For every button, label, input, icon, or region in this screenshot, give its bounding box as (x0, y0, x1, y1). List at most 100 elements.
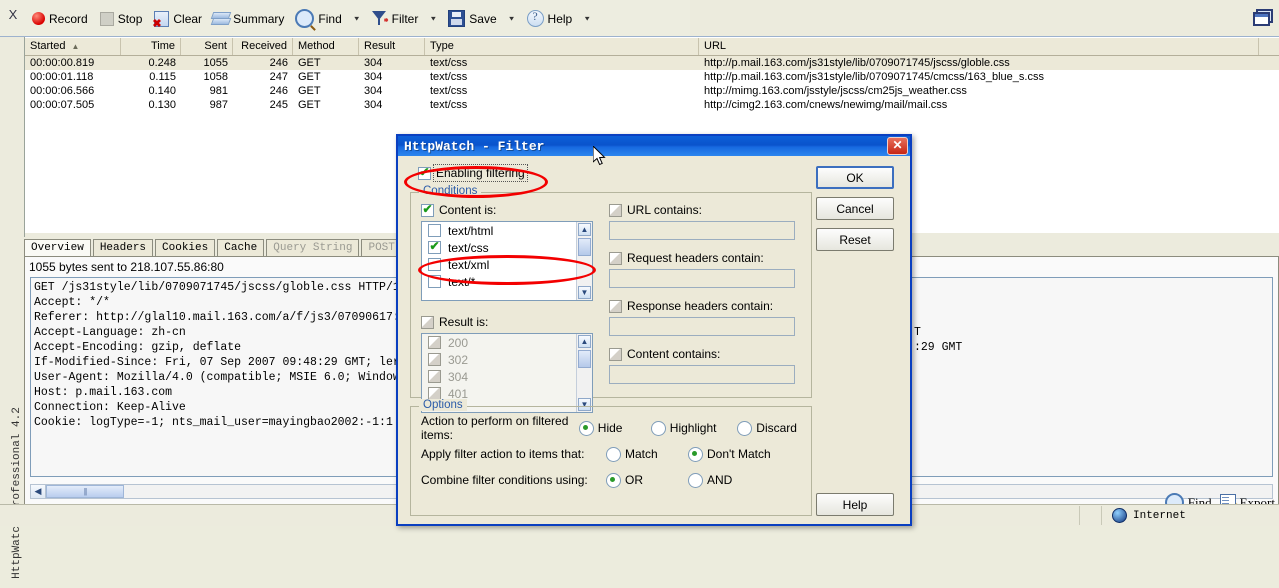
content-list-scroll-thumb[interactable] (578, 238, 591, 256)
radio-option[interactable]: Highlight (651, 421, 724, 436)
list-item-checkbox[interactable] (428, 275, 441, 288)
chevron-down-icon[interactable]: ▼ (508, 15, 516, 22)
cancel-button[interactable]: Cancel (816, 197, 894, 220)
grid-column-header-started[interactable]: Started▲ (25, 38, 121, 55)
scroll-left-icon[interactable]: ◀ (31, 485, 46, 498)
toolbar-button-clear[interactable]: Clear (148, 7, 206, 31)
security-zone: Internet (1102, 506, 1279, 525)
grid-column-header-method[interactable]: Method (293, 38, 359, 55)
scroll-up-icon[interactable]: ▲ (578, 223, 591, 236)
chevron-down-icon[interactable]: ▼ (583, 15, 591, 22)
scroll-down-icon[interactable]: ▼ (578, 286, 591, 299)
list-item[interactable]: text/xml (422, 256, 592, 273)
radio-button[interactable] (688, 473, 703, 488)
condition-row[interactable]: URL contains: (609, 203, 804, 217)
radio-option[interactable]: Match (606, 447, 674, 462)
grid-column-header-url[interactable]: URL (699, 38, 1259, 55)
toolbar-button-find[interactable]: Find (290, 7, 345, 31)
condition-checkbox[interactable] (609, 252, 622, 265)
grid-column-header-result[interactable]: Result (359, 38, 425, 55)
dialog-title-bar[interactable]: HttpWatch - Filter ✕ (398, 136, 910, 156)
grid-cell: 304 (359, 98, 425, 112)
grid-column-header-sent[interactable]: Sent (181, 38, 233, 55)
radio-option[interactable]: OR (606, 473, 674, 488)
condition-row[interactable]: Request headers contain: (609, 251, 804, 265)
close-icon[interactable]: ✕ (887, 137, 908, 155)
restore-window-icon[interactable] (1253, 9, 1271, 24)
content-is-row[interactable]: Content is: (421, 203, 601, 217)
condition-checkbox[interactable] (609, 348, 622, 361)
list-item-checkbox[interactable] (428, 370, 441, 383)
scroll-thumb[interactable] (46, 485, 124, 498)
help-button[interactable]: Help (816, 493, 894, 516)
list-item[interactable]: text/* (422, 273, 592, 290)
condition-row[interactable]: Content contains: (609, 347, 804, 361)
grid-column-header-type[interactable]: Type (425, 38, 699, 55)
toolbar-button-help[interactable]: Help (522, 7, 577, 31)
grid-body[interactable]: 00:00:00.8190.2481055246GET304text/cssht… (25, 56, 1279, 112)
grid-header-row[interactable]: Started▲TimeSentReceivedMethodResultType… (25, 37, 1279, 56)
tab-cookies[interactable]: Cookies (155, 239, 215, 256)
list-item-checkbox[interactable] (428, 224, 441, 237)
grid-column-header-time[interactable]: Time (121, 38, 181, 55)
condition-checkbox[interactable] (609, 300, 622, 313)
condition-input[interactable] (609, 365, 795, 384)
content-is-checkbox[interactable] (421, 204, 434, 217)
radio-button[interactable] (651, 421, 666, 436)
list-item[interactable]: 200 (422, 334, 592, 351)
dialog-body: Enabling filtering Conditions Content is… (398, 156, 910, 526)
content-type-listbox[interactable]: ▲ ▼ text/htmltext/csstext/xmltext/* (421, 221, 593, 301)
radio-option[interactable]: Hide (579, 421, 637, 436)
toolbar-button-summary[interactable]: Summary (208, 7, 288, 31)
radio-button[interactable] (737, 421, 752, 436)
table-row[interactable]: 00:00:01.1180.1151058247GET304text/cssht… (25, 70, 1279, 84)
tab-cache[interactable]: Cache (217, 239, 264, 256)
toolbar-button-save[interactable]: Save (443, 7, 500, 31)
condition-checkbox[interactable] (609, 204, 622, 217)
list-item[interactable]: text/css (422, 239, 592, 256)
result-is-checkbox[interactable] (421, 316, 434, 329)
grid-column-header-received[interactable]: Received (233, 38, 293, 55)
list-item[interactable]: 302 (422, 351, 592, 368)
result-list-scroll-thumb[interactable] (578, 350, 591, 368)
close-bar-icon[interactable]: X (6, 8, 20, 22)
radio-option[interactable]: Discard (737, 421, 797, 436)
toolbar-button-record[interactable]: Record (26, 7, 92, 31)
radio-option[interactable]: Don't Match (688, 447, 771, 462)
result-is-row[interactable]: Result is: (421, 315, 601, 329)
list-item-checkbox[interactable] (428, 258, 441, 271)
tab-overview[interactable]: Overview (24, 239, 91, 256)
chevron-down-icon[interactable]: ▼ (353, 15, 361, 22)
list-item-checkbox[interactable] (428, 353, 441, 366)
radio-label: Don't Match (707, 447, 771, 461)
detail-tabstrip[interactable]: OverviewHeadersCookiesCacheQuery StringP… (24, 239, 437, 257)
ok-button[interactable]: OK (816, 166, 894, 189)
condition-input[interactable] (609, 221, 795, 240)
radio-button[interactable] (688, 447, 703, 462)
list-item-checkbox[interactable] (428, 336, 441, 349)
filter-dialog[interactable]: HttpWatch - Filter ✕ Enabling filtering … (396, 134, 912, 526)
content-list-scrollbar[interactable]: ▲ ▼ (576, 222, 592, 300)
table-row[interactable]: 00:00:07.5050.130987245GET304text/csshtt… (25, 98, 1279, 112)
reset-button[interactable]: Reset (816, 228, 894, 251)
table-row[interactable]: 00:00:06.5660.140981246GET304text/csshtt… (25, 84, 1279, 98)
toolbar-button-filter[interactable]: *Filter (367, 7, 423, 31)
radio-button[interactable] (579, 421, 594, 436)
chevron-down-icon[interactable]: ▼ (429, 15, 437, 22)
list-item-checkbox[interactable] (428, 241, 441, 254)
condition-input[interactable] (609, 317, 795, 336)
radio-button[interactable] (606, 447, 621, 462)
list-item[interactable]: 304 (422, 368, 592, 385)
table-row[interactable]: 00:00:00.8190.2481055246GET304text/cssht… (25, 56, 1279, 70)
enable-filtering-row[interactable]: Enabling filtering (418, 166, 526, 180)
tab-headers[interactable]: Headers (93, 239, 153, 256)
condition-input[interactable] (609, 269, 795, 288)
radio-option[interactable]: AND (688, 473, 732, 488)
enable-filtering-checkbox[interactable] (418, 167, 431, 180)
tab-query-string[interactable]: Query String (266, 239, 359, 256)
result-list-scrollbar[interactable]: ▲ ▼ (576, 334, 592, 412)
list-item[interactable]: text/html (422, 222, 592, 239)
scroll-up-icon[interactable]: ▲ (578, 335, 591, 348)
radio-button[interactable] (606, 473, 621, 488)
condition-row[interactable]: Response headers contain: (609, 299, 804, 313)
